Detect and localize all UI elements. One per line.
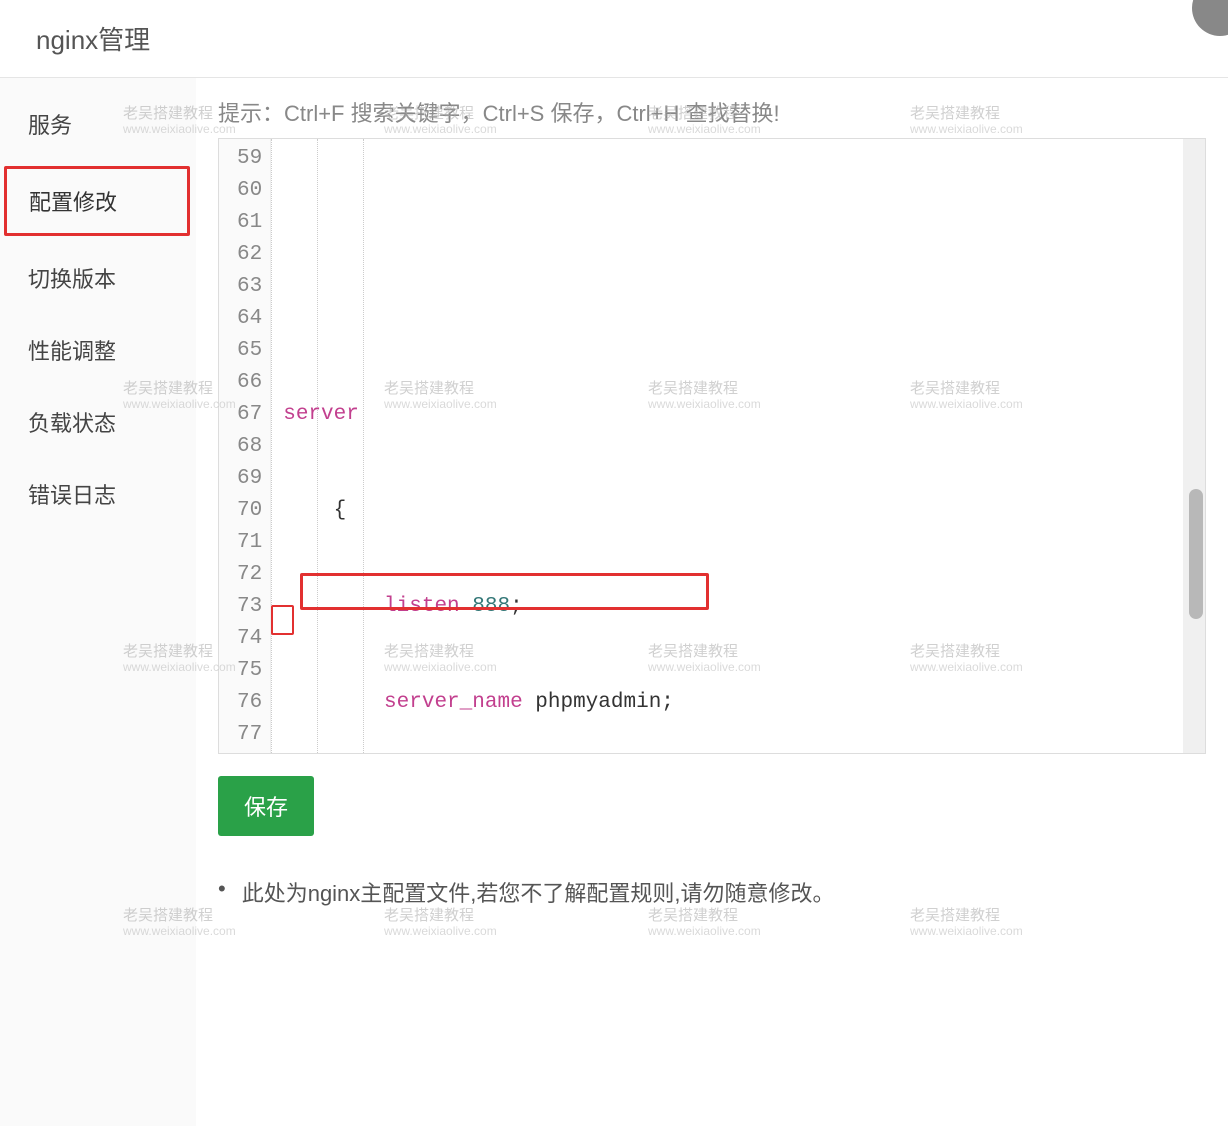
code-line[interactable]: { xyxy=(283,495,1193,527)
sidebar-item-config[interactable]: 配置修改 xyxy=(4,166,190,236)
line-number: 66 xyxy=(237,367,262,399)
sidebar: 服务 配置修改 切换版本 性能调整 负载状态 错误日志 xyxy=(0,78,196,1126)
line-number: 72 xyxy=(237,559,262,591)
scrollbar-track[interactable] xyxy=(1183,139,1205,753)
line-number: 61 xyxy=(237,207,262,239)
line-number: 70 xyxy=(237,495,262,527)
bullet-icon: • xyxy=(218,876,226,902)
save-button[interactable]: 保存 xyxy=(218,776,314,836)
line-number: 69 xyxy=(237,463,262,495)
line-number-gutter: 59 60 61 62 63 64 65 66 67 68 69 70 71 7… xyxy=(219,139,271,753)
sidebar-item-error-log[interactable]: 错误日志 xyxy=(0,458,196,530)
code-editor[interactable]: 59 60 61 62 63 64 65 66 67 68 69 70 71 7… xyxy=(218,138,1206,754)
config-warning-note: 此处为nginx主配置文件,若您不了解配置规则,请勿随意修改。 xyxy=(242,876,835,908)
line-number: 59 xyxy=(237,143,262,175)
line-number: 76 xyxy=(237,687,262,719)
line-number: 68 xyxy=(237,431,262,463)
line-number: 75 xyxy=(237,655,262,687)
code-area[interactable]: server { listen 888; server_name phpmyad… xyxy=(271,139,1205,753)
line-number: 64 xyxy=(237,303,262,335)
sidebar-item-performance[interactable]: 性能调整 xyxy=(0,314,196,386)
line-number: 65 xyxy=(237,335,262,367)
line-number: 73 xyxy=(237,591,262,623)
code-line[interactable]: listen 888; xyxy=(283,591,1193,623)
line-number: 63 xyxy=(237,271,262,303)
sidebar-item-switch-version[interactable]: 切换版本 xyxy=(0,242,196,314)
content-area: 提示：Ctrl+F 搜索关键字，Ctrl+S 保存，Ctrl+H 查找替换! 5… xyxy=(196,78,1228,1126)
code-line[interactable]: server_name phpmyadmin; xyxy=(283,687,1193,719)
page-title: nginx管理 xyxy=(0,0,1228,78)
sidebar-item-load-status[interactable]: 负载状态 xyxy=(0,386,196,458)
line-number: 77 xyxy=(237,719,262,751)
line-number: 62 xyxy=(237,239,262,271)
line-number: 74 xyxy=(237,623,262,655)
scrollbar-thumb[interactable] xyxy=(1189,489,1203,619)
sidebar-item-service[interactable]: 服务 xyxy=(0,88,196,160)
code-line[interactable]: server xyxy=(283,399,1193,431)
code-line[interactable] xyxy=(283,303,1193,335)
line-number: 60 xyxy=(237,175,262,207)
editor-hint: 提示：Ctrl+F 搜索关键字，Ctrl+S 保存，Ctrl+H 查找替换! xyxy=(218,96,1206,128)
line-number: 67 xyxy=(237,399,262,431)
line-number: 71 xyxy=(237,527,262,559)
